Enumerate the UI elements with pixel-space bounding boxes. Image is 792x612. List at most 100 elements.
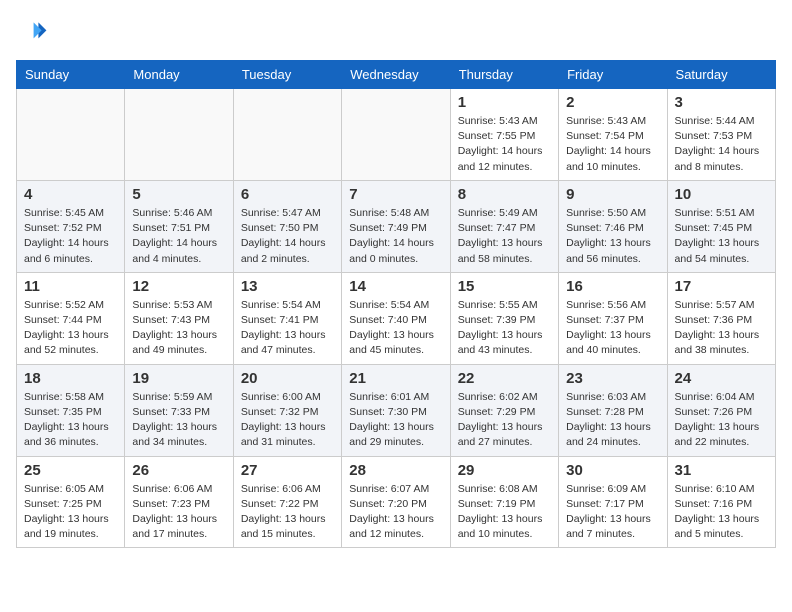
calendar-cell: 20 Sunrise: 6:00 AM Sunset: 7:32 PM Dayli… bbox=[233, 364, 341, 456]
cell-content: Sunrise: 5:53 AM Sunset: 7:43 PM Dayligh… bbox=[132, 298, 225, 359]
cell-content: Sunrise: 5:54 AM Sunset: 7:40 PM Dayligh… bbox=[349, 298, 442, 359]
calendar-cell: 30 Sunrise: 6:09 AM Sunset: 7:17 PM Dayli… bbox=[559, 456, 667, 548]
day-number: 15 bbox=[458, 278, 551, 295]
logo bbox=[16, 16, 52, 48]
day-number: 13 bbox=[241, 278, 334, 295]
cell-content: Sunrise: 6:01 AM Sunset: 7:30 PM Dayligh… bbox=[349, 390, 442, 451]
cell-content: Sunrise: 5:48 AM Sunset: 7:49 PM Dayligh… bbox=[349, 206, 442, 267]
cell-content: Sunrise: 5:52 AM Sunset: 7:44 PM Dayligh… bbox=[24, 298, 117, 359]
calendar-cell: 4 Sunrise: 5:45 AM Sunset: 7:52 PM Daylig… bbox=[17, 180, 125, 272]
day-number: 16 bbox=[566, 278, 659, 295]
calendar-cell: 8 Sunrise: 5:49 AM Sunset: 7:47 PM Daylig… bbox=[450, 180, 558, 272]
calendar-cell: 16 Sunrise: 5:56 AM Sunset: 7:37 PM Dayli… bbox=[559, 272, 667, 364]
day-number: 1 bbox=[458, 94, 551, 111]
calendar-cell: 18 Sunrise: 5:58 AM Sunset: 7:35 PM Dayli… bbox=[17, 364, 125, 456]
day-number: 21 bbox=[349, 370, 442, 387]
week-row-1: 1 Sunrise: 5:43 AM Sunset: 7:55 PM Daylig… bbox=[17, 89, 776, 181]
calendar-cell: 28Sunrise: 6:07 AM Sunset: 7:20 PM Dayli… bbox=[342, 456, 450, 548]
cell-content: Sunrise: 6:10 AM Sunset: 7:16 PM Dayligh… bbox=[675, 482, 768, 543]
cell-content: Sunrise: 5:58 AM Sunset: 7:35 PM Dayligh… bbox=[24, 390, 117, 451]
header-cell-tuesday: Tuesday bbox=[233, 61, 341, 89]
cell-content: Sunrise: 5:57 AM Sunset: 7:36 PM Dayligh… bbox=[675, 298, 768, 359]
header-cell-monday: Monday bbox=[125, 61, 233, 89]
day-number: 31 bbox=[675, 462, 768, 479]
calendar-cell: 22 Sunrise: 6:02 AM Sunset: 7:29 PM Dayli… bbox=[450, 364, 558, 456]
day-number: 5 bbox=[132, 186, 225, 203]
calendar-cell: 9Sunrise: 5:50 AM Sunset: 7:46 PM Daylig… bbox=[559, 180, 667, 272]
calendar-cell bbox=[125, 89, 233, 181]
header-row: SundayMondayTuesdayWednesdayThursdayFrid… bbox=[17, 61, 776, 89]
calendar-cell: 10 Sunrise: 5:51 AM Sunset: 7:45 PM Dayli… bbox=[667, 180, 775, 272]
cell-content: Sunrise: 5:44 AM Sunset: 7:53 PM Dayligh… bbox=[675, 114, 768, 175]
cell-content: Sunrise: 5:43 AM Sunset: 7:55 PM Dayligh… bbox=[458, 114, 551, 175]
calendar-cell: 15 Sunrise: 5:55 AM Sunset: 7:39 PM Dayli… bbox=[450, 272, 558, 364]
day-number: 20 bbox=[241, 370, 334, 387]
calendar-cell: 25 Sunrise: 6:05 AM Sunset: 7:25 PM Dayli… bbox=[17, 456, 125, 548]
cell-content: Sunrise: 5:56 AM Sunset: 7:37 PM Dayligh… bbox=[566, 298, 659, 359]
cell-content: Sunrise: 5:49 AM Sunset: 7:47 PM Dayligh… bbox=[458, 206, 551, 267]
calendar-table: SundayMondayTuesdayWednesdayThursdayFrid… bbox=[16, 60, 776, 548]
header-cell-friday: Friday bbox=[559, 61, 667, 89]
calendar-body: 1 Sunrise: 5:43 AM Sunset: 7:55 PM Daylig… bbox=[17, 89, 776, 548]
week-row-2: 4 Sunrise: 5:45 AM Sunset: 7:52 PM Daylig… bbox=[17, 180, 776, 272]
calendar-cell: 23 Sunrise: 6:03 AM Sunset: 7:28 PM Dayli… bbox=[559, 364, 667, 456]
calendar-cell: 7 Sunrise: 5:48 AM Sunset: 7:49 PM Daylig… bbox=[342, 180, 450, 272]
day-number: 9 bbox=[566, 186, 659, 203]
cell-content: Sunrise: 5:46 AM Sunset: 7:51 PM Dayligh… bbox=[132, 206, 225, 267]
cell-content: Sunrise: 5:45 AM Sunset: 7:52 PM Dayligh… bbox=[24, 206, 117, 267]
cell-content: Sunrise: 6:06 AM Sunset: 7:22 PM Dayligh… bbox=[241, 482, 334, 543]
calendar-cell: 3 Sunrise: 5:44 AM Sunset: 7:53 PM Daylig… bbox=[667, 89, 775, 181]
calendar-cell: 29Sunrise: 6:08 AM Sunset: 7:19 PM Dayli… bbox=[450, 456, 558, 548]
cell-content: Sunrise: 5:59 AM Sunset: 7:33 PM Dayligh… bbox=[132, 390, 225, 451]
header-cell-sunday: Sunday bbox=[17, 61, 125, 89]
cell-content: Sunrise: 5:43 AM Sunset: 7:54 PM Dayligh… bbox=[566, 114, 659, 175]
day-number: 28 bbox=[349, 462, 442, 479]
cell-content: Sunrise: 6:00 AM Sunset: 7:32 PM Dayligh… bbox=[241, 390, 334, 451]
calendar-cell bbox=[17, 89, 125, 181]
day-number: 12 bbox=[132, 278, 225, 295]
day-number: 23 bbox=[566, 370, 659, 387]
day-number: 17 bbox=[675, 278, 768, 295]
day-number: 8 bbox=[458, 186, 551, 203]
cell-content: Sunrise: 6:09 AM Sunset: 7:17 PM Dayligh… bbox=[566, 482, 659, 543]
calendar-cell: 5 Sunrise: 5:46 AM Sunset: 7:51 PM Daylig… bbox=[125, 180, 233, 272]
day-number: 6 bbox=[241, 186, 334, 203]
cell-content: Sunrise: 5:51 AM Sunset: 7:45 PM Dayligh… bbox=[675, 206, 768, 267]
cell-content: Sunrise: 6:02 AM Sunset: 7:29 PM Dayligh… bbox=[458, 390, 551, 451]
calendar-cell: 27Sunrise: 6:06 AM Sunset: 7:22 PM Dayli… bbox=[233, 456, 341, 548]
day-number: 4 bbox=[24, 186, 117, 203]
header-cell-wednesday: Wednesday bbox=[342, 61, 450, 89]
day-number: 10 bbox=[675, 186, 768, 203]
calendar-cell: 1 Sunrise: 5:43 AM Sunset: 7:55 PM Daylig… bbox=[450, 89, 558, 181]
day-number: 2 bbox=[566, 94, 659, 111]
week-row-5: 25 Sunrise: 6:05 AM Sunset: 7:25 PM Dayli… bbox=[17, 456, 776, 548]
calendar-header: SundayMondayTuesdayWednesdayThursdayFrid… bbox=[17, 61, 776, 89]
calendar-cell: 6 Sunrise: 5:47 AM Sunset: 7:50 PM Daylig… bbox=[233, 180, 341, 272]
cell-content: Sunrise: 5:47 AM Sunset: 7:50 PM Dayligh… bbox=[241, 206, 334, 267]
day-number: 25 bbox=[24, 462, 117, 479]
day-number: 7 bbox=[349, 186, 442, 203]
cell-content: Sunrise: 6:06 AM Sunset: 7:23 PM Dayligh… bbox=[132, 482, 225, 543]
day-number: 22 bbox=[458, 370, 551, 387]
cell-content: Sunrise: 6:05 AM Sunset: 7:25 PM Dayligh… bbox=[24, 482, 117, 543]
day-number: 24 bbox=[675, 370, 768, 387]
week-row-4: 18 Sunrise: 5:58 AM Sunset: 7:35 PM Dayli… bbox=[17, 364, 776, 456]
calendar-cell: 13 Sunrise: 5:54 AM Sunset: 7:41 PM Dayli… bbox=[233, 272, 341, 364]
cell-content: Sunrise: 5:55 AM Sunset: 7:39 PM Dayligh… bbox=[458, 298, 551, 359]
header-cell-thursday: Thursday bbox=[450, 61, 558, 89]
cell-content: Sunrise: 6:04 AM Sunset: 7:26 PM Dayligh… bbox=[675, 390, 768, 451]
page-header bbox=[16, 16, 776, 48]
calendar-cell: 31 Sunrise: 6:10 AM Sunset: 7:16 PM Dayli… bbox=[667, 456, 775, 548]
cell-content: Sunrise: 6:03 AM Sunset: 7:28 PM Dayligh… bbox=[566, 390, 659, 451]
calendar-cell: 11 Sunrise: 5:52 AM Sunset: 7:44 PM Dayli… bbox=[17, 272, 125, 364]
header-cell-saturday: Saturday bbox=[667, 61, 775, 89]
day-number: 18 bbox=[24, 370, 117, 387]
day-number: 11 bbox=[24, 278, 117, 295]
calendar-cell: 26Sunrise: 6:06 AM Sunset: 7:23 PM Dayli… bbox=[125, 456, 233, 548]
day-number: 14 bbox=[349, 278, 442, 295]
day-number: 3 bbox=[675, 94, 768, 111]
cell-content: Sunrise: 5:54 AM Sunset: 7:41 PM Dayligh… bbox=[241, 298, 334, 359]
calendar-cell: 24 Sunrise: 6:04 AM Sunset: 7:26 PM Dayli… bbox=[667, 364, 775, 456]
logo-icon bbox=[16, 16, 48, 48]
day-number: 30 bbox=[566, 462, 659, 479]
